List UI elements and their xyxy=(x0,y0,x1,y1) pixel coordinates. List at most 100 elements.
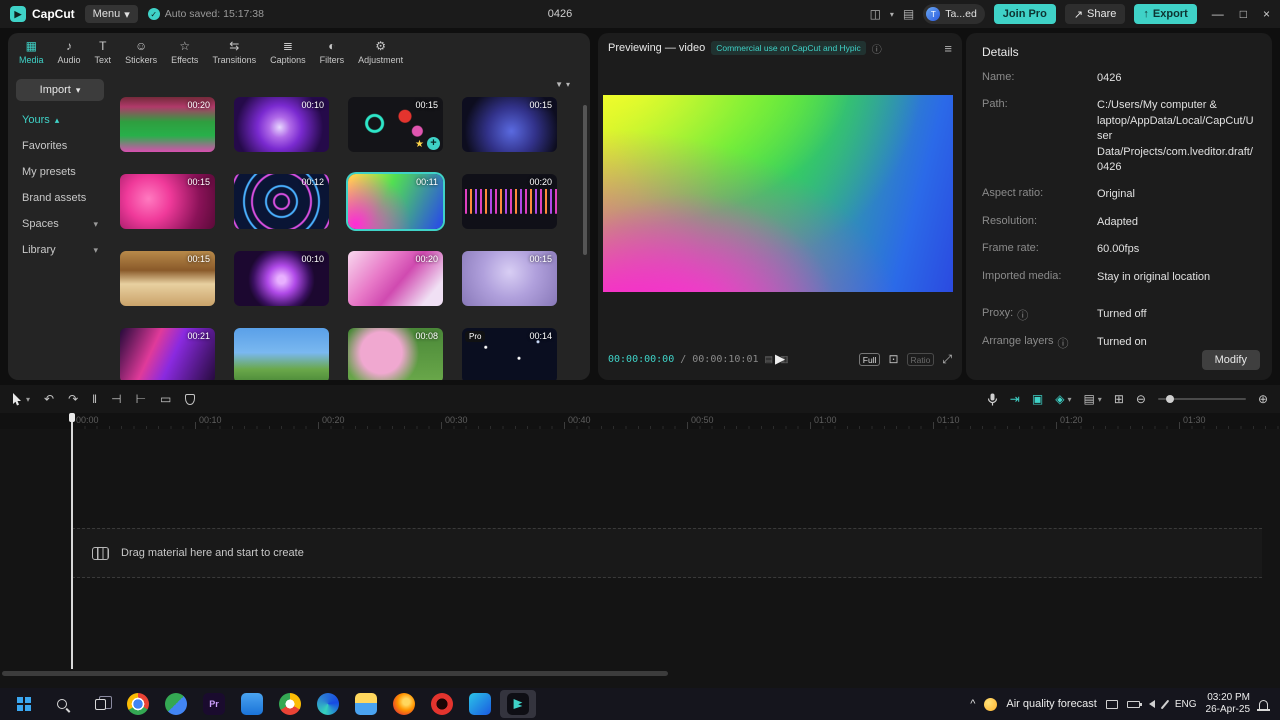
voiceover-mic-button[interactable] xyxy=(987,393,998,406)
maximize-button[interactable]: □ xyxy=(1240,7,1247,21)
undo-button[interactable]: ↶ xyxy=(44,392,54,406)
media-thumbnail[interactable]: 00:20 xyxy=(348,251,443,306)
delete-right-button[interactable]: ⊢ xyxy=(136,392,146,406)
battery-icon[interactable] xyxy=(1126,700,1142,708)
preview-axis-toggle[interactable]: ⊞ xyxy=(1114,392,1124,406)
taskbar-app-file-explorer[interactable] xyxy=(348,690,384,718)
media-thumbnail[interactable]: Pro 00:14 xyxy=(462,328,557,380)
preview-menu-icon[interactable]: ≡ xyxy=(944,41,952,56)
start-button[interactable] xyxy=(6,690,42,718)
delete-button[interactable]: ▭ xyxy=(160,392,171,406)
track-options[interactable]: ▤ ▾ xyxy=(1083,392,1101,406)
minimize-button[interactable]: — xyxy=(1212,7,1224,21)
export-button[interactable]: ↑ Export xyxy=(1134,4,1197,24)
taskbar-app-mail[interactable] xyxy=(234,690,270,718)
zoom-in-button[interactable]: ⊕ xyxy=(1258,392,1268,406)
ratio-button[interactable]: Ratio xyxy=(906,352,935,366)
taskbar-search-button[interactable] xyxy=(44,690,80,718)
keyframe-toggle[interactable]: ◈ ▾ xyxy=(1055,392,1071,406)
volume-icon[interactable] xyxy=(1148,700,1155,708)
clock[interactable]: 03:20 PM 26-Apr-25 xyxy=(1206,692,1250,717)
tab-effects[interactable]: ☆ Effects xyxy=(164,39,205,65)
media-thumbnail[interactable]: 00:10 xyxy=(234,97,329,152)
user-account-chip[interactable]: T Ta...ed xyxy=(923,4,985,24)
pen-icon[interactable] xyxy=(1160,699,1170,709)
taskbar-app-capcut[interactable] xyxy=(500,690,536,718)
media-thumbnail[interactable]: 00:15 xyxy=(120,174,215,229)
media-thumbnail[interactable]: 00:12 xyxy=(234,174,329,229)
playhead[interactable] xyxy=(69,413,74,669)
taskbar-app-firefox[interactable] xyxy=(386,690,422,718)
crop-icon[interactable]: ⊡ xyxy=(888,352,898,366)
add-to-timeline-button[interactable]: + xyxy=(427,137,440,150)
video-canvas[interactable] xyxy=(603,95,953,292)
weather-widget[interactable]: Air quality forecast xyxy=(1006,698,1096,710)
media-thumbnail[interactable]: 00:08 xyxy=(348,328,443,380)
hidden-icons-chevron[interactable]: ^ xyxy=(970,698,975,710)
menu-button[interactable]: Menu ▾ xyxy=(84,5,138,23)
tab-media[interactable]: ▦ Media xyxy=(12,39,51,65)
grid-filter-control[interactable]: ▼ ▾ xyxy=(120,71,576,97)
tab-transitions[interactable]: ⇆ Transitions xyxy=(205,39,263,65)
language-indicator[interactable]: ENG xyxy=(1175,699,1197,710)
media-thumbnail[interactable]: 00:20 xyxy=(462,174,557,229)
media-thumbnail[interactable] xyxy=(234,328,329,380)
layout-panels-icon[interactable]: ◫ xyxy=(870,7,881,21)
weather-icon[interactable] xyxy=(984,697,998,711)
shortcuts-icon[interactable]: ▤ xyxy=(903,7,914,21)
tab-audio[interactable]: ♪ Audio xyxy=(51,39,88,65)
timeline-drop-zone[interactable]: Drag material here and start to create xyxy=(72,528,1262,578)
delete-left-button[interactable]: ⊣ xyxy=(111,392,121,406)
magnetic-timeline-toggle[interactable]: ⇥ xyxy=(1010,392,1020,406)
redo-button[interactable]: ↷ xyxy=(68,392,78,406)
split-button[interactable]: ‖ xyxy=(92,392,97,406)
mask-button[interactable] xyxy=(185,393,196,405)
sidebar-item-favorites[interactable]: Favorites xyxy=(16,133,104,159)
timeline-ruler[interactable]: 00:00 00:10 00:20 00:30 00:40 00:50 01:0… xyxy=(0,413,1280,429)
grid-scrollbar[interactable] xyxy=(583,105,587,255)
taskbar-app-edge[interactable] xyxy=(310,690,346,718)
media-thumbnail[interactable]: 00:21 xyxy=(120,328,215,380)
taskbar-app-video[interactable] xyxy=(462,690,498,718)
sidebar-item-my-presets[interactable]: My presets xyxy=(16,159,104,185)
zoom-out-button[interactable]: ⊖ xyxy=(1136,392,1146,406)
sidebar-item-yours[interactable]: Yours ▴ xyxy=(16,107,104,133)
zoom-slider-knob[interactable] xyxy=(1165,395,1174,403)
taskbar-app-chrome-profile[interactable] xyxy=(272,690,308,718)
tab-filters[interactable]: ◐ Filters xyxy=(313,39,352,65)
timeline-horizontal-scrollbar[interactable] xyxy=(2,671,668,676)
linkage-toggle[interactable]: ▣ xyxy=(1032,392,1043,406)
timeline-zoom-slider[interactable] xyxy=(1157,395,1246,403)
media-thumbnail[interactable]: 00:15 xyxy=(462,251,557,306)
tab-captions[interactable]: ≣ Captions xyxy=(263,39,313,65)
share-button[interactable]: ↗ Share xyxy=(1064,4,1126,24)
taskbar-app-maps[interactable] xyxy=(158,690,194,718)
sidebar-item-brand-assets[interactable]: Brand assets xyxy=(16,185,104,211)
sidebar-item-library[interactable]: Library ▾ xyxy=(16,237,104,263)
modify-button[interactable]: Modify xyxy=(1201,350,1260,370)
join-pro-button[interactable]: Join Pro xyxy=(993,4,1056,24)
import-button[interactable]: Import ▾ xyxy=(16,79,104,101)
notifications-icon[interactable] xyxy=(1257,699,1270,711)
info-icon[interactable]: ⓘ xyxy=(1017,307,1028,323)
fullscreen-icon[interactable]: ⤢ xyxy=(942,352,952,367)
display-icon[interactable] xyxy=(1105,699,1118,709)
media-thumbnail[interactable]: 00:15 xyxy=(120,251,215,306)
favorite-star-icon[interactable]: ★ xyxy=(415,139,424,150)
play-button[interactable]: ▶ xyxy=(775,351,785,367)
media-thumbnail[interactable]: 00:20 xyxy=(120,97,215,152)
taskbar-app-opera[interactable] xyxy=(424,690,460,718)
close-button[interactable]: × xyxy=(1263,7,1270,21)
info-icon[interactable]: ⓘ xyxy=(1058,335,1069,351)
taskbar-app-premiere[interactable]: Pr xyxy=(196,690,232,718)
full-quality-button[interactable]: Full xyxy=(858,352,881,366)
media-thumbnail[interactable]: 00:15 ★ + xyxy=(348,97,443,152)
chevron-down-icon[interactable]: ▾ xyxy=(890,10,894,19)
tab-text[interactable]: T Text xyxy=(88,39,119,65)
frame-view-icon[interactable]: ▤ xyxy=(765,354,775,365)
timeline-tracks-area[interactable]: Drag material here and start to create xyxy=(0,429,1280,688)
tab-stickers[interactable]: ☺ Stickers xyxy=(118,39,164,65)
taskbar-app-chrome[interactable] xyxy=(120,690,156,718)
sidebar-item-spaces[interactable]: Spaces ▾ xyxy=(16,211,104,237)
info-icon[interactable]: ⓘ xyxy=(872,41,882,56)
